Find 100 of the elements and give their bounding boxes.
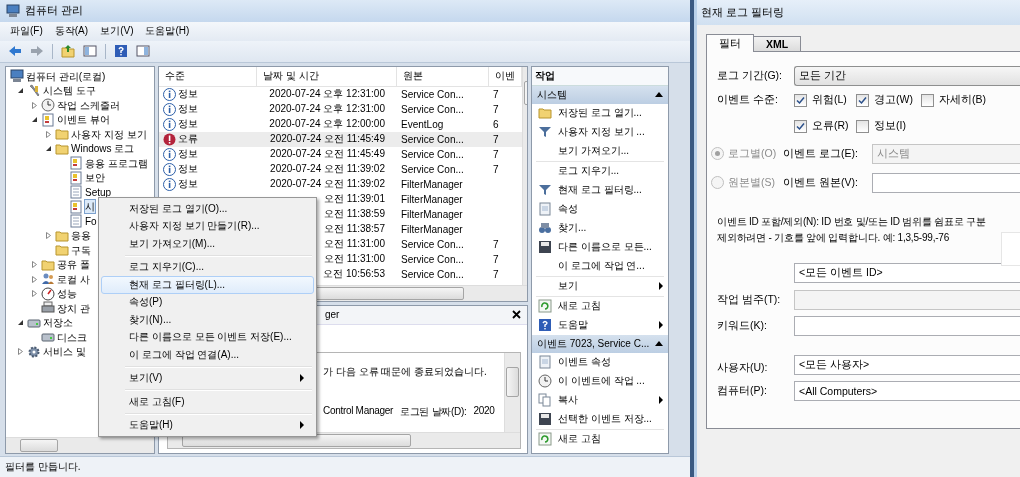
expanded-arrow-icon[interactable] [16, 87, 24, 95]
checkbox[interactable] [794, 93, 807, 107]
action-item[interactable]: 찾기... [532, 218, 668, 238]
input-field[interactable] [794, 316, 1020, 336]
action-item[interactable]: 로그 지우기... [532, 161, 668, 181]
checkbox[interactable] [856, 93, 869, 107]
event-row[interactable]: 정보 2020-07-24 오전 11:39:02 Service Con... 7 [159, 161, 522, 177]
tree-item[interactable]: 이벤트 뷰어 [56, 112, 111, 128]
tree-pane-icon[interactable] [83, 44, 97, 59]
action-item[interactable]: 도움말 [532, 315, 668, 335]
tree-item[interactable]: 시스템 도구 [42, 83, 97, 99]
horizontal-scrollbar[interactable] [6, 437, 154, 454]
tree-item[interactable]: 구독 [70, 242, 92, 258]
tree-item[interactable]: 로컬 사 [56, 271, 91, 287]
column-header[interactable]: 날짜 및 시간 [257, 66, 397, 86]
action-item[interactable]: 이벤트 속성 [532, 352, 668, 372]
collapsed-arrow-icon[interactable] [44, 232, 52, 240]
menu-item[interactable]: 동작(A) [48, 22, 95, 41]
menu-item[interactable]: 로그 지우기(C)... [101, 258, 314, 276]
menu-item[interactable]: 사용자 지정 보기 만들기(R)... [101, 217, 314, 235]
checkbox[interactable] [921, 93, 934, 107]
action-item[interactable]: 사용자 지정 보기 ... [532, 122, 668, 142]
menu-item[interactable]: 보기(V) [94, 22, 140, 41]
collapse-icon[interactable] [655, 92, 663, 98]
event-row[interactable]: 오류 2020-07-24 오전 11:45:49 Service Con... 7 [159, 131, 522, 147]
menu-item[interactable]: 도움말(H) [101, 416, 314, 434]
forward-arrow-icon[interactable] [30, 44, 44, 59]
action-item[interactable]: 현재 로그 필터링... [532, 180, 668, 200]
collapsed-arrow-icon[interactable] [30, 290, 38, 298]
tree-item[interactable]: 디스크 [56, 329, 88, 345]
collapsed-arrow-icon[interactable] [16, 348, 24, 356]
event-row[interactable]: 정보 2020-07-24 오전 11:45:49 Service Con... 7 [159, 146, 522, 162]
expanded-arrow-icon[interactable] [30, 116, 38, 124]
event-row[interactable]: 정보 2020-07-24 오후 12:31:00 Service Con... 7 [159, 101, 522, 117]
tree-item[interactable]: 저장소 [42, 315, 74, 331]
tab[interactable]: 필터 [706, 34, 754, 52]
tree-item[interactable]: 작업 스케줄러 [56, 97, 121, 113]
action-item[interactable]: 이 이벤트에 작업 ... [532, 371, 668, 391]
action-item[interactable]: 속성 [532, 199, 668, 219]
close-icon[interactable] [512, 310, 521, 320]
action-item[interactable]: 선택한 이벤트 저장... [532, 409, 668, 429]
up-folder-icon[interactable] [61, 44, 75, 59]
column-header[interactable]: 원본 [397, 66, 489, 86]
action-item[interactable]: 이 로그에 작업 연... [532, 256, 668, 276]
collapsed-arrow-icon[interactable] [30, 101, 38, 109]
event-row[interactable]: 정보 2020-07-24 오후 12:31:00 Service Con... 7 [159, 86, 522, 102]
checkbox[interactable] [794, 119, 807, 133]
tree-item[interactable]: 장치 관 [56, 300, 91, 316]
tree-item[interactable]: 공유 폴 [56, 257, 91, 273]
clock-icon [41, 98, 55, 113]
tree-item[interactable]: 응용 [70, 228, 92, 244]
menu-item[interactable]: 파일(F) [4, 22, 49, 41]
input-field[interactable]: <All Computers> [794, 381, 1020, 401]
tree-item[interactable]: Setup [84, 184, 113, 200]
tree-item[interactable]: 보안 [84, 170, 106, 186]
expanded-arrow-icon[interactable] [16, 319, 24, 327]
tree-item[interactable]: 서비스 및 [42, 344, 87, 360]
event-row[interactable]: 정보 2020-07-24 오후 12:00:00 EventLog 6 [159, 116, 522, 132]
log-icon [69, 170, 83, 185]
tab[interactable]: XML [753, 36, 802, 52]
column-header[interactable]: 수준 [159, 66, 257, 86]
tree-item[interactable]: 사용자 지정 보기 [70, 126, 148, 142]
action-item[interactable]: 보기 [532, 276, 668, 296]
input-field[interactable]: <모든 사용자> [794, 355, 1020, 375]
tree-item[interactable]: Fo [84, 213, 98, 229]
tree-item[interactable]: 시 [84, 199, 96, 215]
section-header[interactable]: 이벤트 7023, Service C... [532, 334, 668, 353]
collapsed-arrow-icon[interactable] [30, 275, 38, 283]
event-row[interactable]: 정보 2020-07-24 오전 11:39:02 FilterManager [159, 176, 522, 192]
action-item[interactable]: 저장된 로그 열기... [532, 103, 668, 123]
tree-item[interactable]: 응용 프로그램 [84, 155, 149, 171]
menu-item[interactable]: 현재 로그 필터링(L)... [101, 276, 314, 294]
tree-item[interactable]: 성능 [56, 286, 78, 302]
menu-item[interactable]: 도움말(H) [139, 22, 196, 41]
action-item[interactable]: 새로 고침 [532, 429, 668, 449]
menu-item[interactable]: 보기(V) [101, 369, 314, 387]
action-item[interactable]: 다른 이름으로 모든... [532, 237, 668, 257]
action-item[interactable]: 보기 가져오기... [532, 141, 668, 161]
status-text: 필터를 만듭니다. [5, 460, 81, 474]
expanded-arrow-icon[interactable] [44, 145, 52, 153]
collapse-icon[interactable] [655, 341, 663, 347]
action-pane-icon[interactable] [136, 44, 150, 59]
menu-item[interactable]: 찾기(N)... [101, 311, 314, 329]
menu-item[interactable]: 다른 이름으로 모든 이벤트 저장(E)... [101, 328, 314, 346]
input-field[interactable]: <모든 이벤트 ID> [794, 263, 1020, 283]
vertical-scrollbar[interactable] [504, 352, 520, 433]
checkbox[interactable] [856, 119, 869, 133]
menu-item[interactable]: 새로 고침(F) [101, 393, 314, 411]
tree-item[interactable]: Windows 로그 [70, 141, 136, 157]
action-item[interactable]: 새로 고침 [532, 296, 668, 316]
menu-item[interactable]: 이 로그에 작업 연결(A)... [101, 346, 314, 364]
collapsed-arrow-icon[interactable] [30, 261, 38, 269]
menu-item[interactable]: 보기 가져오기(M)... [101, 235, 314, 253]
menu-item[interactable]: 저장된 로그 열기(O)... [101, 200, 314, 218]
collapsed-arrow-icon[interactable] [44, 130, 52, 138]
tree-item[interactable]: 컴퓨터 관리(로컬) [25, 68, 107, 84]
action-item[interactable]: 복사 [532, 390, 668, 410]
period-dropdown[interactable]: 모든 기간 [794, 65, 1020, 86]
menu-item[interactable]: 속성(P) [101, 293, 314, 311]
back-arrow-icon[interactable] [8, 44, 22, 59]
